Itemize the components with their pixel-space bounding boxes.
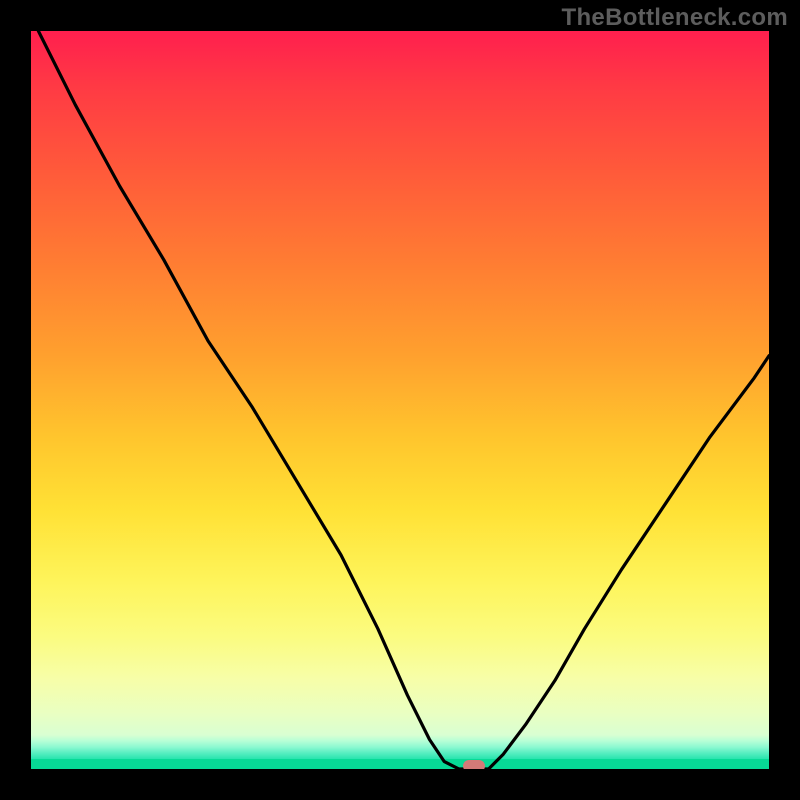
plot-area xyxy=(31,31,769,769)
chart-frame: TheBottleneck.com xyxy=(0,0,800,800)
bottleneck-curve xyxy=(31,31,769,769)
optimum-marker xyxy=(463,760,485,769)
watermark-label: TheBottleneck.com xyxy=(562,4,788,32)
